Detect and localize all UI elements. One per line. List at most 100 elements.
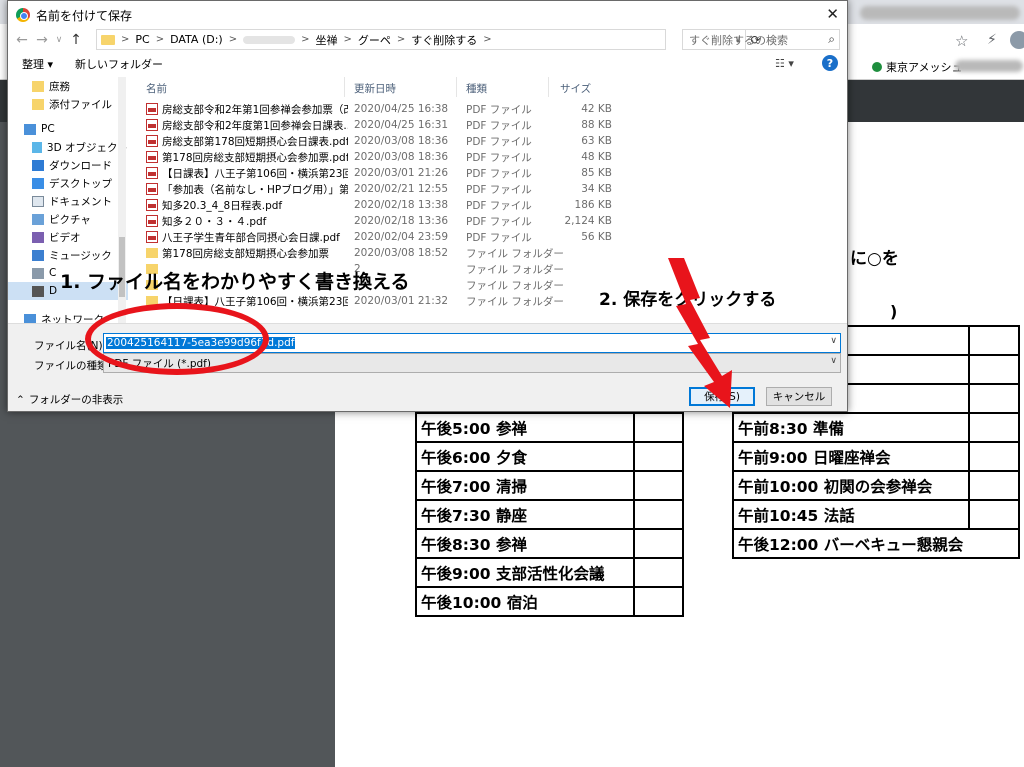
nav-item-label: ダウンロード bbox=[49, 159, 112, 172]
breadcrumb-zazen[interactable]: 坐禅 bbox=[315, 32, 337, 48]
nav-item-downloads[interactable]: ダウンロード bbox=[8, 156, 128, 174]
table-row: 午後10:00 宿泊 bbox=[415, 586, 684, 617]
nav-item-music[interactable]: ミュージック bbox=[8, 246, 128, 264]
lightning-icon[interactable]: ⚡ bbox=[987, 32, 997, 48]
folder-icon bbox=[32, 98, 44, 110]
nav-item-label: C bbox=[49, 267, 57, 279]
column-divider[interactable] bbox=[548, 77, 549, 97]
file-date: 2020/03/01 21:32 bbox=[354, 295, 449, 307]
file-row[interactable]: 知多20.3_4_8日程表.pdf 2020/02/18 13:38 PDF ファイ… bbox=[136, 197, 612, 213]
search-icon[interactable]: ⌕ bbox=[828, 32, 835, 47]
table-row: 午前8:30 準備 bbox=[732, 412, 1020, 443]
new-folder-button[interactable]: 新しいフォルダー bbox=[75, 56, 163, 72]
column-header-size[interactable]: サイズ bbox=[560, 81, 591, 96]
nav-item-label: ドキュメント bbox=[49, 195, 112, 208]
file-size: 63 KB bbox=[581, 135, 612, 147]
address-bar[interactable]: > PC > DATA (D:) > > 坐禅 > グーペ > すぐ削除する >… bbox=[96, 29, 761, 50]
file-size: 85 KB bbox=[581, 167, 612, 179]
column-header-type[interactable]: 種類 bbox=[466, 81, 487, 96]
nav-item-attachments[interactable]: 添付ファイル bbox=[8, 95, 128, 113]
file-row[interactable]: 知多２０・３・４.pdf 2020/02/18 13:36 PDF ファイル 2,12… bbox=[136, 213, 612, 229]
schedule-cell: 午前9:00 日曜座禅会 bbox=[732, 441, 970, 472]
breadcrumb-goope[interactable]: グーペ bbox=[358, 32, 391, 48]
file-row[interactable]: 【日課表】八王子第106回・横浜第23回合同... 2020/03/01 21:2… bbox=[136, 165, 612, 181]
file-type: ファイル フォルダー bbox=[466, 279, 564, 292]
pdf-file-icon bbox=[146, 231, 158, 243]
star-icon[interactable]: ☆ bbox=[955, 32, 968, 50]
forward-arrow-icon[interactable]: → bbox=[32, 32, 52, 48]
avatar[interactable] bbox=[1010, 31, 1024, 49]
file-date: 2020/03/08 18:36 bbox=[354, 135, 449, 147]
nav-item-3d-objects[interactable]: 3D オブジェクト bbox=[8, 138, 128, 156]
picture-icon bbox=[32, 213, 44, 225]
cancel-button[interactable]: キャンセル bbox=[766, 387, 832, 406]
file-row[interactable]: 第178回房総支部短期摂心会参加票 2020/03/08 18:52 ファイル フォ… bbox=[136, 245, 606, 261]
nav-item-pc[interactable]: PC bbox=[8, 120, 128, 138]
nav-item-desktop[interactable]: デスクトップ bbox=[8, 174, 128, 192]
checkbox-cell bbox=[633, 557, 684, 588]
nav-item-documents[interactable]: ドキュメント bbox=[8, 192, 128, 210]
view-options-icon[interactable]: ☷ ▾ bbox=[775, 57, 794, 70]
nav-item-pictures[interactable]: ピクチャ bbox=[8, 210, 128, 228]
recent-dropdown-icon[interactable]: ∨ bbox=[52, 35, 66, 45]
file-row[interactable]: 第178回房総支部短期摂心会参加票.pdf 2020/03/08 18:36 PDF… bbox=[136, 149, 612, 165]
nav-item-videos[interactable]: ビデオ bbox=[8, 228, 128, 246]
file-size: 34 KB bbox=[581, 183, 612, 195]
column-divider[interactable] bbox=[456, 77, 457, 97]
pdf-file-icon bbox=[146, 167, 158, 179]
filename-highlight-circle bbox=[85, 303, 269, 375]
command-bar: 整理 ▾ 新しいフォルダー ☷ ▾ ? bbox=[8, 53, 847, 75]
column-divider[interactable] bbox=[344, 77, 345, 97]
breadcrumb-separator: > bbox=[396, 34, 406, 45]
dialog-title-bar[interactable]: 名前を付けて保存 ✕ bbox=[8, 1, 847, 29]
checkbox-cell bbox=[968, 412, 1020, 443]
file-row[interactable]: 房総支部第178回短期摂心会日課表.pdf 2020/03/08 18:36 PDF… bbox=[136, 133, 612, 149]
schedule-cell: 午後9:00 支部活性化会議 bbox=[415, 557, 635, 588]
pdf-file-icon bbox=[146, 151, 158, 163]
table-row: 午後7:30 静座 bbox=[415, 499, 684, 530]
file-name: 八王子学生青年部合同摂心会日課.pdf bbox=[162, 231, 340, 244]
nav-item-label: ビデオ bbox=[49, 231, 81, 244]
up-arrow-icon[interactable]: ↑ bbox=[66, 32, 86, 48]
file-row[interactable]: 房総支部令和2年度第1回参禅会日課表... 2020/04/25 16:31 PDF… bbox=[136, 117, 612, 133]
checkbox-cell bbox=[968, 383, 1020, 414]
column-header-date[interactable]: 更新日時 bbox=[354, 81, 396, 96]
folder-icon bbox=[146, 248, 158, 258]
hide-folders-toggle[interactable]: ⌃ フォルダーの非表示 bbox=[16, 392, 123, 407]
breadcrumb-pc[interactable]: PC bbox=[135, 33, 149, 46]
schedule-cell: 午前8:30 準備 bbox=[732, 412, 970, 443]
breadcrumb-delete-soon[interactable]: すぐ削除する bbox=[411, 32, 477, 48]
nav-item-label: D bbox=[49, 285, 58, 297]
file-row[interactable]: 八王子学生青年部合同摂心会日課.pdf 2020/02/04 23:59 PDF フ… bbox=[136, 229, 612, 245]
search-placeholder: すぐ削除するの検索 bbox=[689, 33, 788, 47]
document-heading: に○を bbox=[850, 249, 899, 269]
nav-item-shomu[interactable]: 庶務 bbox=[8, 77, 128, 95]
file-type: ファイル フォルダー bbox=[466, 247, 564, 260]
checkbox-cell bbox=[968, 441, 1020, 472]
back-arrow-icon[interactable]: ← bbox=[12, 32, 32, 48]
folder-icon bbox=[101, 34, 115, 45]
search-input[interactable]: すぐ削除するの検索 ⌕ bbox=[682, 29, 840, 50]
breadcrumb-separator: > bbox=[483, 34, 492, 45]
chevron-down-icon[interactable]: ∨ bbox=[830, 356, 837, 366]
schedule-cell: 午後7:00 清掃 bbox=[415, 470, 635, 501]
pdf-file-icon bbox=[146, 119, 158, 131]
help-icon[interactable]: ? bbox=[822, 55, 838, 71]
file-row[interactable]: 房総支部令和2年第1回参禅会参加票（改... 2020/04/25 16:38 PD… bbox=[136, 101, 612, 117]
pdf-file-icon bbox=[146, 215, 158, 227]
table-row: 午後6:00 夕食 bbox=[415, 441, 684, 472]
bookmark-tokyo-amesh[interactable]: 東京アメッシュ bbox=[872, 59, 962, 75]
close-icon[interactable]: ✕ bbox=[826, 5, 839, 23]
chevron-down-icon[interactable]: ∨ bbox=[830, 336, 837, 346]
file-date: 2020/02/21 12:55 bbox=[354, 183, 449, 195]
column-header-name[interactable]: 名前 bbox=[146, 81, 167, 96]
document-icon bbox=[32, 195, 44, 207]
table-row: 午後8:30 参禅 bbox=[415, 528, 684, 559]
chrome-icon bbox=[16, 8, 30, 22]
table-row: 午後12:00 バーベキュー懇親会 bbox=[732, 528, 1020, 559]
checkbox-cell bbox=[968, 470, 1020, 501]
file-row[interactable]: 「参加表（名前なし・HPブログ用）」第106回... 2020/02/21 12:… bbox=[136, 181, 612, 197]
organize-menu[interactable]: 整理 ▾ bbox=[22, 56, 53, 72]
file-type: ファイル フォルダー bbox=[466, 263, 564, 276]
breadcrumb-drive[interactable]: DATA (D:) bbox=[170, 33, 223, 46]
